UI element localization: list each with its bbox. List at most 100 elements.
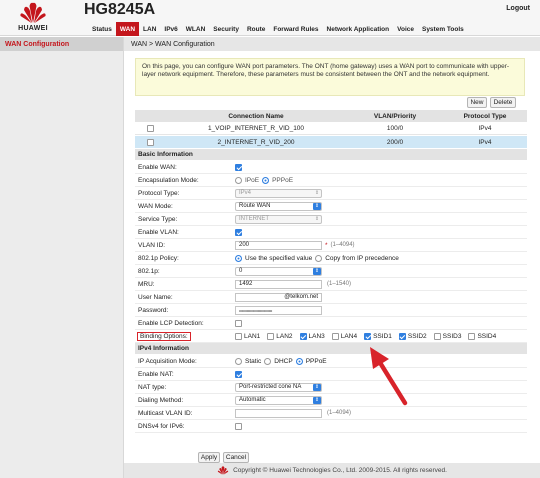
binding-option-ssid4[interactable]: SSID4 — [468, 332, 496, 340]
enable-wan-checkbox[interactable] — [235, 163, 242, 171]
acq-pppoe-radio[interactable] — [295, 357, 303, 365]
binding-ssid3-label: SSID3 — [442, 332, 462, 340]
password-input[interactable]: •••••••••••••••••••••••••••••• — [235, 305, 322, 315]
nat-type-select[interactable]: Port-restricted cone NA ⇕ — [235, 382, 322, 392]
protocol-type-select[interactable]: IPv4 ⇕ — [235, 188, 322, 198]
logout-link[interactable]: Logout — [506, 5, 530, 12]
nav-tab-wan[interactable]: WAN — [115, 22, 140, 36]
acq-static-radio[interactable] — [235, 357, 242, 365]
label-protocol-type: Protocol Type: — [138, 189, 180, 197]
row-password: Password: •••••••••••••••••••••••••••••• — [135, 304, 527, 317]
connection-vlan: 100/0 — [386, 125, 404, 132]
delete-button[interactable]: Delete — [490, 97, 516, 108]
connection-table-header: Connection Name VLAN/Priority Protocol T… — [135, 110, 527, 122]
row-enable-vlan: Enable VLAN: — [135, 226, 527, 239]
label-password: Password: — [138, 306, 169, 314]
label-username: User Name: — [138, 293, 173, 301]
header-bar: HUAWEI HG8245A Logout Status WAN LAN IPv6 WL… — [0, 0, 540, 36]
section-basic-information: Basic Information — [135, 149, 527, 160]
binding-lan1-checkbox[interactable] — [235, 332, 242, 340]
row-dnsv4-for-ipv6: DNSv4 for IPv6: — [135, 420, 527, 433]
nav-tab-forward-rules[interactable]: Forward Rules — [269, 22, 322, 36]
username-input[interactable]: @telkom.net — [235, 292, 322, 302]
acq-dhcp-radio[interactable] — [264, 357, 272, 365]
nav-tab-route[interactable]: Route — [243, 22, 269, 36]
row-multicast-vlan: Multicast VLAN ID: (1–4094) — [135, 407, 527, 420]
binding-lan4-checkbox[interactable] — [331, 332, 339, 340]
policy-specified-radio[interactable] — [235, 254, 242, 262]
encap-pppoe-radio[interactable] — [262, 176, 270, 184]
table-row[interactable]: 1_VOIP_INTERNET_R_VID_100 100/0 IPv4 — [135, 123, 527, 135]
label-mru: MRU: — [138, 280, 155, 288]
row-select-checkbox[interactable] — [146, 125, 154, 132]
acq-static-label: Static — [245, 357, 262, 365]
binding-option-lan1[interactable]: LAN1 — [235, 332, 260, 340]
label-vlan-id: VLAN ID: — [138, 241, 166, 249]
label-dialing-method: Dialing Method: — [138, 396, 184, 404]
binding-option-ssid1[interactable]: SSID1 — [364, 332, 392, 340]
row-username: User Name: @telkom.net — [135, 291, 527, 304]
sidebar-item-wan-configuration[interactable]: WAN Configuration — [0, 37, 123, 51]
nav-tab-status[interactable]: Status — [88, 22, 116, 36]
binding-option-ssid3[interactable]: SSID3 — [433, 332, 462, 340]
table-row-selected[interactable]: 2_INTERNET_R_VID_200 200/0 IPv4 — [135, 136, 527, 148]
chevron-updown-icon: ⇕ — [313, 267, 321, 275]
binding-ssid1-checkbox[interactable] — [364, 332, 372, 340]
col-header-vlan: VLAN/Priority — [373, 112, 417, 120]
dialing-method-select[interactable]: Automatic ⇕ — [235, 395, 322, 405]
label-8021p-policy: 802.1p Policy: — [138, 254, 179, 262]
row-select-checkbox[interactable] — [146, 138, 154, 146]
row-dialing-method: Dialing Method: Automatic ⇕ — [135, 394, 527, 407]
binding-option-lan4[interactable]: LAN4 — [331, 332, 357, 340]
service-type-value: INTERNET — [239, 216, 269, 222]
row-vlan-id: VLAN ID: 200 * (1–4094) — [135, 239, 527, 252]
binding-lan2-checkbox[interactable] — [267, 332, 275, 340]
nav-tab-ipv6[interactable]: IPv6 — [160, 22, 181, 36]
binding-lan3-label: LAN3 — [308, 332, 325, 340]
nav-tab-network-application[interactable]: Network Application — [323, 22, 394, 36]
multicast-vlan-input[interactable] — [235, 408, 322, 418]
policy-copy-radio[interactable] — [315, 254, 323, 262]
binding-ssid3-checkbox[interactable] — [433, 332, 441, 340]
huawei-petals-icon — [20, 2, 46, 24]
new-button[interactable]: New — [467, 97, 487, 108]
row-encapsulation: Encapsulation Mode: IPoE PPPoE — [135, 174, 527, 187]
binding-ssid2-checkbox[interactable] — [398, 332, 406, 340]
vlan-id-input[interactable]: 200 — [235, 240, 322, 250]
mru-input[interactable]: 1492 — [235, 279, 322, 289]
nav-tab-security[interactable]: Security — [209, 22, 243, 36]
protocol-type-value: IPv4 — [239, 190, 252, 196]
nav-tab-voice[interactable]: Voice — [393, 22, 418, 36]
binding-option-ssid2[interactable]: SSID2 — [398, 332, 427, 340]
wan-mode-select[interactable]: Route WAN ⇕ — [235, 201, 322, 211]
cancel-button[interactable]: Cancel — [223, 452, 249, 463]
label-enable-wan: Enable WAN: — [138, 163, 177, 171]
chevron-updown-icon: ⇕ — [313, 396, 321, 404]
service-type-select[interactable]: INTERNET ⇕ — [235, 214, 322, 224]
binding-ssid4-checkbox[interactable] — [468, 332, 476, 340]
encap-ipoe-label: IPoE — [245, 176, 260, 184]
label-ip-acquisition: IP Acquisition Mode: — [138, 357, 197, 365]
nav-tab-wlan[interactable]: WLAN — [182, 22, 210, 36]
binding-option-lan3[interactable]: LAN3 — [299, 332, 325, 340]
label-wan-mode: WAN Mode: — [138, 202, 173, 210]
lcp-detection-checkbox[interactable] — [235, 319, 242, 327]
apply-button[interactable]: Apply — [198, 452, 220, 463]
connection-name: 2_INTERNET_R_VID_200 — [217, 138, 295, 146]
encap-ipoe-radio[interactable] — [235, 176, 242, 184]
enable-nat-checkbox[interactable] — [235, 370, 242, 378]
chevron-updown-icon: ⇕ — [314, 190, 320, 196]
multicast-range-hint: (1–4094) — [327, 410, 352, 416]
row-enable-wan: Enable WAN: — [135, 161, 527, 174]
dnsv4-for-ipv6-checkbox[interactable] — [235, 422, 242, 430]
enable-vlan-checkbox[interactable] — [235, 228, 242, 236]
nav-tab-system-tools[interactable]: System Tools — [418, 22, 468, 36]
nav-tab-lan[interactable]: LAN — [139, 22, 160, 36]
binding-option-lan2[interactable]: LAN2 — [267, 332, 293, 340]
label-service-type: Service Type: — [138, 215, 178, 223]
row-nat-type: NAT type: Port-restricted cone NA ⇕ — [135, 381, 527, 394]
label-8021p: 802.1p: — [138, 267, 160, 275]
8021p-select[interactable]: 0 ⇕ — [235, 266, 322, 276]
binding-lan3-checkbox[interactable] — [299, 332, 307, 340]
row-wan-mode: WAN Mode: Route WAN ⇕ — [135, 200, 527, 213]
